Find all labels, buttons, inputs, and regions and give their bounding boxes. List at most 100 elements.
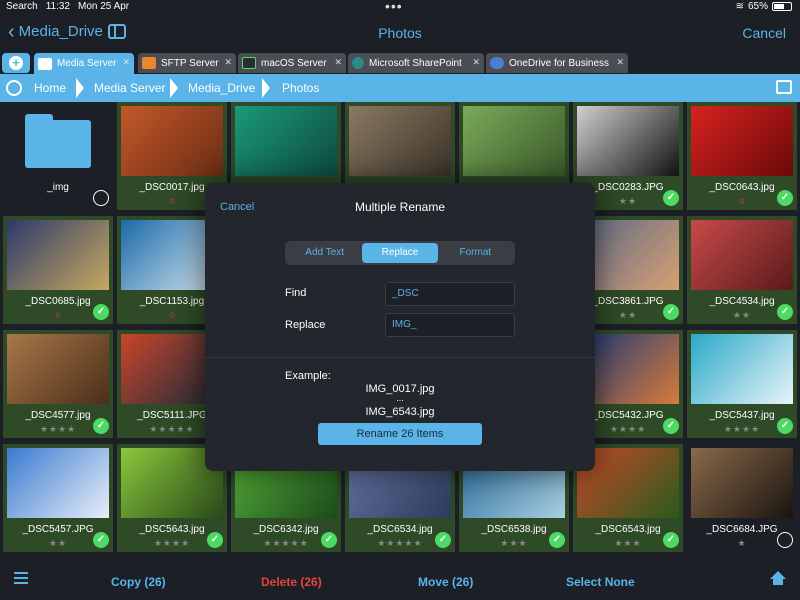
checkmark-icon[interactable]: ✓ [93, 304, 109, 320]
example-label: Example: [285, 370, 331, 382]
photo-thumbnail [691, 334, 793, 404]
tab-onedrive-for-business[interactable]: OneDrive for Business ✕ [486, 53, 628, 73]
breadcrumb-media-drive[interactable]: Media_Drive [188, 81, 255, 95]
breadcrumb: Home Media Server Media_Drive Photos [0, 74, 800, 102]
breadcrumb-home[interactable]: Home [34, 81, 66, 95]
rename-items-button[interactable]: Rename 26 Items [318, 423, 482, 445]
home-icon[interactable] [770, 571, 786, 585]
checkmark-icon[interactable]: ✓ [321, 532, 337, 548]
preview-pane-icon[interactable] [776, 80, 792, 94]
photo-thumbnail [577, 106, 679, 176]
checkmark-icon[interactable]: ✓ [435, 532, 451, 548]
photo-thumbnail [463, 106, 565, 176]
tab-microsoft-sharepoint[interactable]: Microsoft SharePoint ✕ [348, 53, 484, 73]
close-tab-icon[interactable]: ✕ [224, 57, 232, 68]
tab-sftp-server[interactable]: SFTP Server ✕ [138, 53, 236, 73]
close-tab-icon[interactable]: ✕ [472, 57, 480, 68]
select-none-button[interactable]: Select None [566, 575, 635, 589]
checkmark-icon[interactable]: ✓ [663, 532, 679, 548]
photo-thumbnail [7, 448, 109, 518]
photo-item[interactable]: _DSC0643.jpg ⦸ ✓ [687, 102, 797, 210]
photo-item[interactable]: _DSC4577.jpg ★★★★ ✓ [3, 330, 113, 438]
breadcrumb-photos: Photos [282, 81, 320, 95]
multiple-rename-dialog: Cancel Multiple Rename Add Text Replace … [205, 183, 595, 471]
photo-item[interactable]: _DSC4534.jpg ★★ ✓ [687, 216, 797, 324]
add-tab-button[interactable]: + [2, 53, 30, 73]
photo-thumbnail [349, 106, 451, 176]
example-ellipsis: ... [396, 393, 404, 403]
tab-media-server[interactable]: Media Server ✕ [34, 53, 134, 74]
chevron-right-icon [262, 78, 270, 98]
dialog-divider [205, 357, 595, 358]
segment-add-text[interactable]: Add Text [287, 243, 362, 263]
sftp-server-icon [142, 57, 156, 69]
folder-item[interactable]: _img [3, 102, 113, 210]
selection-circle-icon[interactable] [93, 190, 109, 206]
move-button[interactable]: Move (26) [418, 575, 473, 589]
find-label: Find [285, 287, 307, 299]
navigation-bar: ‹ Media_Drive Photos Cancel [0, 14, 800, 52]
checkmark-icon[interactable]: ✓ [777, 190, 793, 206]
battery-percent: 65% [747, 1, 768, 12]
segment-format[interactable]: Format [438, 243, 513, 263]
home-drive-icon [38, 57, 52, 70]
status-carrier: Search [6, 1, 38, 12]
tab-label: Microsoft SharePoint [369, 57, 462, 69]
copy-button[interactable]: Copy (26) [111, 575, 166, 589]
tab-label: OneDrive for Business [509, 57, 610, 69]
macos-server-icon [242, 57, 256, 69]
photo-item[interactable]: _DSC5457.JPG ★★ ✓ [3, 444, 113, 552]
checkmark-icon[interactable]: ✓ [93, 532, 109, 548]
checkmark-icon[interactable]: ✓ [549, 532, 565, 548]
selection-circle-icon[interactable] [777, 532, 793, 548]
checkmark-icon[interactable]: ✓ [777, 418, 793, 434]
sharepoint-icon [352, 57, 364, 69]
status-date: Mon 25 Apr [77, 1, 130, 12]
history-icon[interactable] [6, 80, 22, 96]
photo-thumbnail [691, 448, 793, 518]
segment-replace[interactable]: Replace [362, 243, 438, 263]
delete-button[interactable]: Delete (26) [261, 575, 322, 589]
example-last: IMG_6543.jpg [365, 406, 435, 418]
tab-label: Media Server [57, 58, 117, 69]
dialog-title: Multiple Rename [354, 200, 446, 214]
menu-icon[interactable] [14, 572, 28, 587]
replace-input[interactable]: IMG_ [385, 313, 515, 337]
breadcrumb-media-server[interactable]: Media Server [94, 81, 165, 95]
status-bar: Search 11:32 Mon 25 Apr ••• ≋ 65% [0, 0, 800, 14]
photo-thumbnail [121, 106, 223, 176]
photo-thumbnail [7, 334, 109, 404]
checkmark-icon[interactable]: ✓ [663, 418, 679, 434]
checkmark-icon[interactable]: ✓ [663, 304, 679, 320]
photo-thumbnail [235, 106, 337, 176]
chevron-right-icon [170, 78, 178, 98]
checkmark-icon[interactable]: ✓ [777, 304, 793, 320]
multitasking-dots-icon[interactable]: ••• [385, 0, 403, 14]
photo-thumbnail [691, 220, 793, 290]
cancel-button[interactable]: Cancel [742, 25, 786, 41]
rename-mode-segmented-control: Add Text Replace Format [285, 241, 515, 265]
page-title: Photos [378, 25, 422, 41]
tab-macos-server[interactable]: macOS Server ✕ [238, 53, 346, 73]
close-tab-icon[interactable]: ✕ [616, 57, 624, 68]
photo-item[interactable]: _DSC0685.jpg ⦸ ✓ [3, 216, 113, 324]
bottom-toolbar: Copy (26) Delete (26) Move (26) Select N… [0, 559, 800, 600]
checkmark-icon[interactable]: ✓ [663, 190, 679, 206]
find-input[interactable]: _DSC [385, 282, 515, 306]
photo-thumbnail [691, 106, 793, 176]
plus-icon: + [9, 56, 23, 70]
wifi-icon: ≋ [735, 1, 744, 12]
folder-icon [25, 114, 91, 168]
checkmark-icon[interactable]: ✓ [93, 418, 109, 434]
chevron-right-icon [76, 78, 84, 98]
photo-item[interactable]: _DSC6684.JPG ★ [687, 444, 797, 552]
checkmark-icon[interactable]: ✓ [207, 532, 223, 548]
onedrive-icon [490, 57, 504, 69]
status-time: 11:32 [45, 1, 70, 12]
battery-icon [772, 2, 792, 11]
photo-thumbnail [7, 220, 109, 290]
close-tab-icon[interactable]: ✕ [334, 57, 342, 68]
replace-label: Replace [285, 319, 326, 331]
photo-item[interactable]: _DSC5437.jpg ★★★★ ✓ [687, 330, 797, 438]
close-tab-icon[interactable]: ✕ [122, 57, 130, 68]
